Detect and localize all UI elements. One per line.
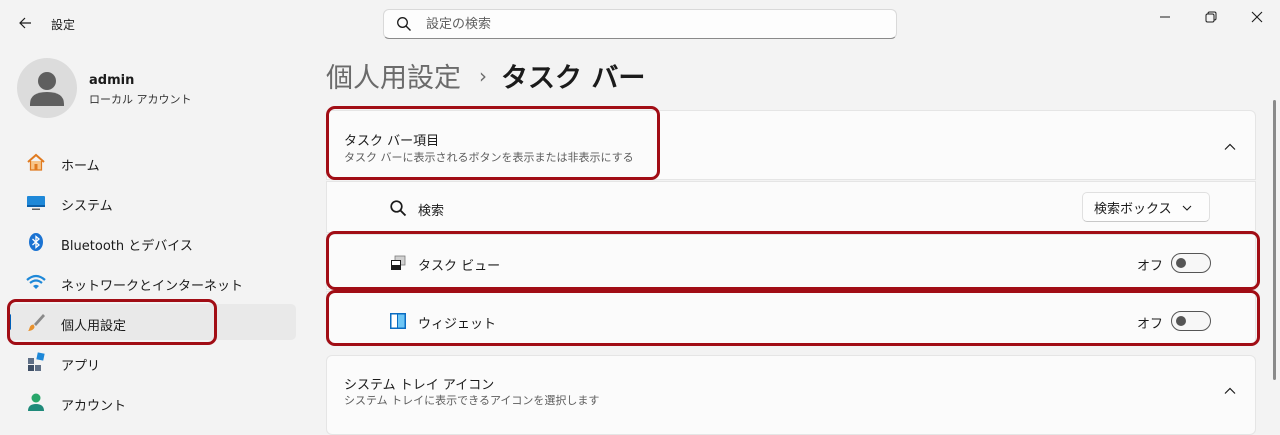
sidebar-item-accounts[interactable]: アカウント <box>8 384 296 420</box>
breadcrumb-parent[interactable]: 個人用設定 <box>326 56 461 95</box>
scrollbar[interactable] <box>1273 100 1276 380</box>
minimize-icon <box>1160 16 1170 18</box>
toggle-knob <box>1176 258 1186 268</box>
back-button[interactable] <box>14 12 36 34</box>
restore-button[interactable] <box>1202 8 1220 26</box>
task-view-state: オフ <box>1137 259 1164 274</box>
search-mode-value: 検索ボックス <box>1094 201 1172 217</box>
taskbar-search-row: 検索 検索ボックス <box>326 181 1256 233</box>
chevron-up-icon[interactable] <box>1223 384 1237 398</box>
close-icon <box>1251 11 1263 23</box>
selected-indicator <box>8 314 11 330</box>
sidebar-item-label: ネットワークとインターネット <box>61 279 244 294</box>
widgets-row: ウィジェット オフ <box>326 291 1256 345</box>
sidebar-item-apps[interactable]: アプリ <box>8 344 296 380</box>
monitor-icon <box>27 196 45 210</box>
widgets-label: ウィジェット <box>418 317 497 332</box>
sidebar-item-network[interactable]: ネットワークとインターネット <box>8 264 296 300</box>
sidebar-item-label: Bluetooth とデバイス <box>61 239 193 254</box>
system-tray-header[interactable]: システム トレイ アイコン システム トレイに表示できるアイコンを選択します <box>326 355 1256 435</box>
sidebar-item-home[interactable]: ホーム <box>8 144 296 180</box>
taskbar-items-subtitle: タスク バーに表示されるボタンを表示または非表示にする <box>344 151 634 164</box>
minimize-button[interactable] <box>1156 8 1174 26</box>
search-icon <box>396 16 412 32</box>
task-view-row: タスク ビュー オフ <box>326 234 1256 290</box>
breadcrumb-separator: › <box>479 63 487 88</box>
sidebar-item-personalization[interactable]: 個人用設定 <box>8 304 296 340</box>
search-input[interactable] <box>424 15 848 33</box>
close-button[interactable] <box>1248 8 1266 26</box>
chevron-up-icon[interactable] <box>1223 140 1237 154</box>
wifi-icon <box>26 274 46 289</box>
sidebar-item-label: 個人用設定 <box>61 319 127 334</box>
sidebar-item-label: システム <box>61 199 113 214</box>
sidebar-item-label: アカウント <box>61 399 127 414</box>
page-title: タスク バー <box>501 63 646 94</box>
task-view-label: タスク ビュー <box>418 259 501 274</box>
restore-icon <box>1205 11 1217 23</box>
search-box[interactable] <box>383 9 897 39</box>
search-row-label: 検索 <box>418 204 445 219</box>
sidebar-item-label: ホーム <box>61 159 100 174</box>
sidebar-item-bluetooth[interactable]: Bluetooth とデバイス <box>8 224 296 260</box>
paintbrush-icon <box>27 314 45 332</box>
widgets-icon <box>390 313 406 329</box>
back-arrow-icon <box>19 17 31 29</box>
sidebar-item-system[interactable]: システム <box>8 184 296 220</box>
profile-account-type: ローカル アカウント <box>89 93 192 106</box>
taskbar-items-title: タスク バー項目 <box>344 134 440 149</box>
profile-name: admin <box>89 73 135 88</box>
breadcrumb: 個人用設定 › タスク バー <box>326 56 645 95</box>
user-avatar-icon <box>30 72 64 106</box>
search-icon <box>390 200 407 217</box>
home-icon <box>27 153 45 171</box>
toggle-knob <box>1176 316 1186 326</box>
task-view-icon <box>391 255 406 270</box>
widgets-state: オフ <box>1137 317 1164 332</box>
search-mode-dropdown[interactable]: 検索ボックス <box>1082 192 1210 222</box>
avatar[interactable] <box>17 58 77 118</box>
apps-icon <box>28 352 45 371</box>
title-bar: 設定 <box>0 0 1280 46</box>
chevron-down-icon <box>1182 205 1192 211</box>
person-icon <box>28 393 44 411</box>
taskbar-items-header[interactable]: タスク バー項目 タスク バーに表示されるボタンを表示または非表示にする <box>326 110 1256 180</box>
task-view-toggle[interactable] <box>1171 253 1211 273</box>
bluetooth-icon <box>29 233 43 251</box>
sidebar-item-label: アプリ <box>61 359 101 374</box>
app-title: 設定 <box>51 18 76 32</box>
system-tray-subtitle: システム トレイに表示できるアイコンを選択します <box>344 394 600 407</box>
widgets-toggle[interactable] <box>1171 311 1211 331</box>
system-tray-title: システム トレイ アイコン <box>344 378 495 393</box>
